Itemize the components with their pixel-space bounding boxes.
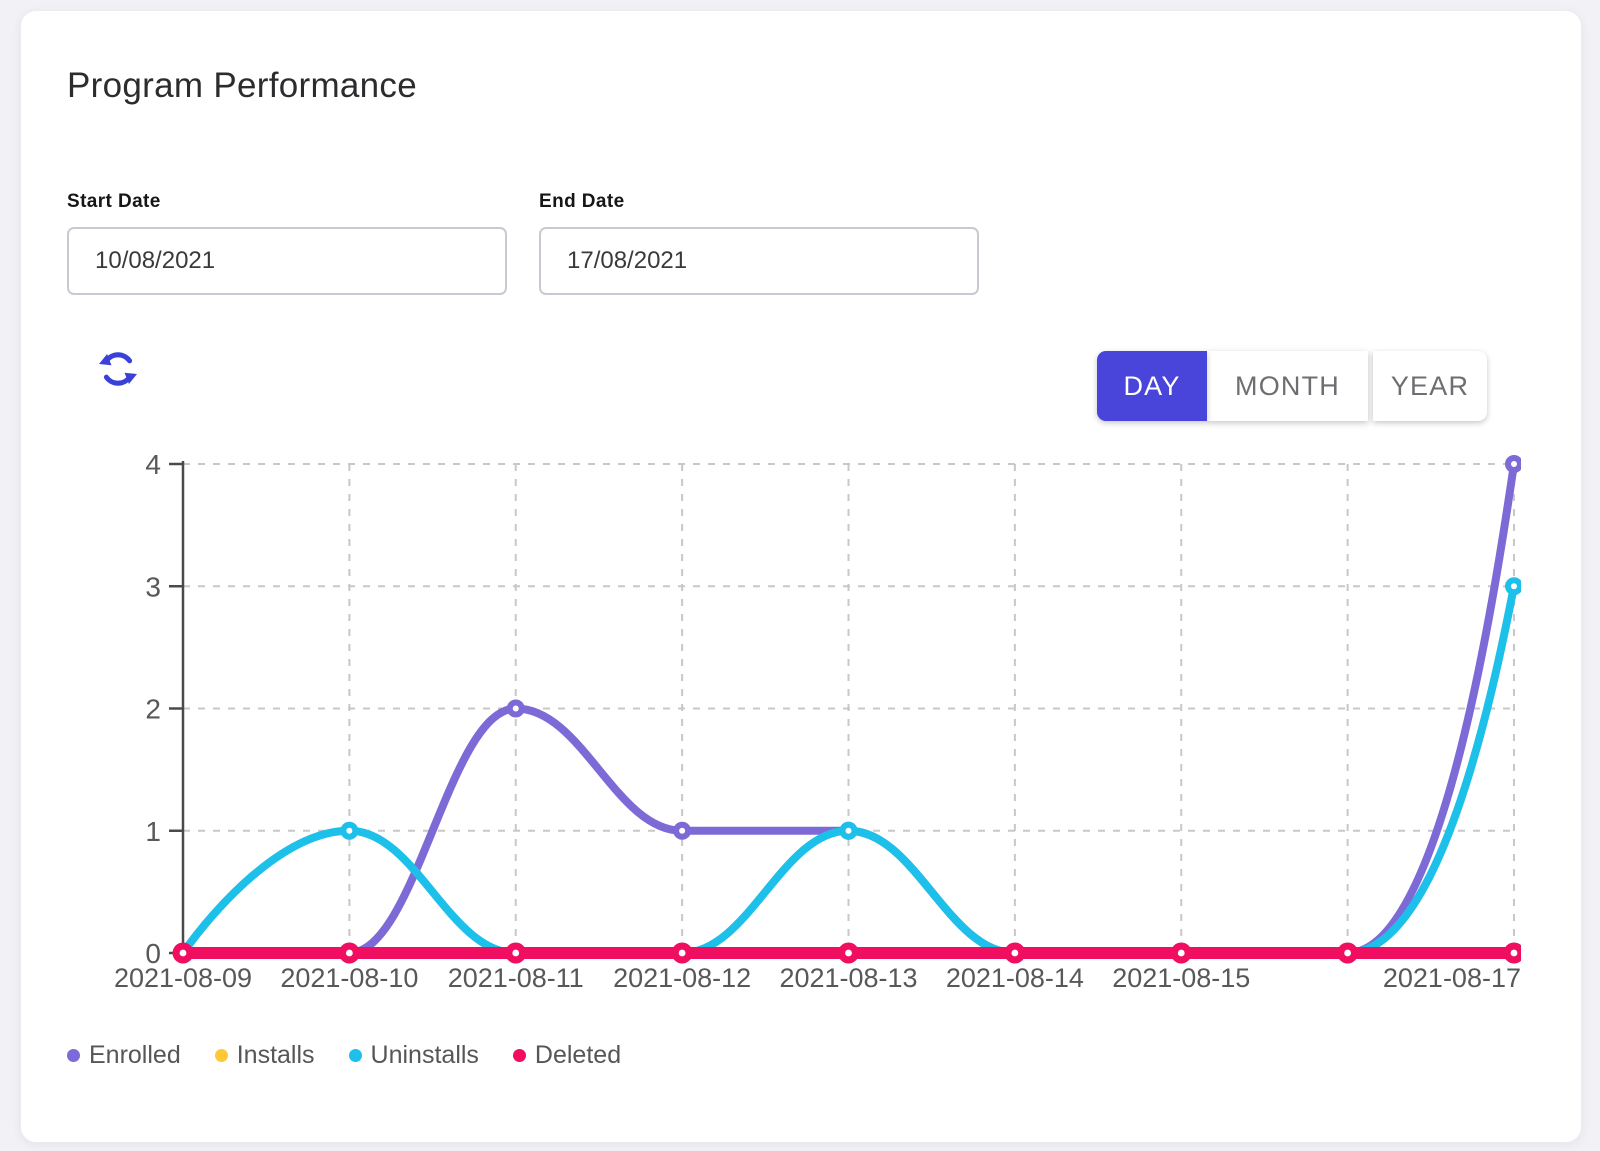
legend-dot	[513, 1049, 526, 1062]
svg-text:4: 4	[145, 449, 161, 480]
svg-text:2021-08-15: 2021-08-15	[1112, 963, 1250, 993]
chart-legend: Enrolled Installs Uninstalls Deleted	[67, 1041, 621, 1070]
end-date-input[interactable]	[539, 227, 979, 295]
tab-day[interactable]: DAY	[1097, 351, 1207, 421]
start-date-input[interactable]	[67, 227, 507, 295]
end-date-field: End Date	[539, 191, 979, 295]
legend-label: Enrolled	[89, 1041, 181, 1070]
svg-text:2021-08-14: 2021-08-14	[946, 963, 1084, 993]
refresh-button[interactable]	[93, 345, 143, 395]
refresh-icon	[94, 345, 142, 393]
performance-chart: 0 1 2 3 4 2021-08-09 2021-08-10 2021-08-11 2021-…	[21, 11, 1581, 1142]
tab-year[interactable]: YEAR	[1373, 351, 1487, 421]
svg-text:2: 2	[145, 694, 161, 725]
legend-label: Installs	[237, 1041, 315, 1070]
svg-text:2021-08-12: 2021-08-12	[613, 963, 751, 993]
start-date-field: Start Date	[67, 191, 507, 295]
legend-label: Deleted	[535, 1041, 621, 1070]
program-performance-card: Program Performance Start Date End Date …	[20, 10, 1582, 1143]
page-title: Program Performance	[67, 66, 417, 106]
svg-text:1: 1	[145, 816, 161, 847]
legend-label: Uninstalls	[371, 1041, 479, 1070]
svg-text:0: 0	[145, 938, 161, 969]
legend-dot	[67, 1049, 80, 1062]
legend-item-uninstalls[interactable]: Uninstalls	[349, 1041, 479, 1070]
end-date-label: End Date	[539, 191, 979, 213]
legend-item-deleted[interactable]: Deleted	[513, 1041, 621, 1070]
start-date-label: Start Date	[67, 191, 507, 213]
legend-dot	[349, 1049, 362, 1062]
svg-text:2021-08-13: 2021-08-13	[779, 963, 917, 993]
legend-item-installs[interactable]: Installs	[215, 1041, 315, 1070]
svg-text:2021-08-11: 2021-08-11	[448, 963, 584, 993]
svg-text:2021-08-09: 2021-08-09	[114, 963, 252, 993]
granularity-toggle: DAY MONTH YEAR	[1097, 351, 1487, 421]
svg-text:2021-08-17: 2021-08-17	[1383, 963, 1521, 993]
legend-item-enrolled[interactable]: Enrolled	[67, 1041, 181, 1070]
legend-dot	[215, 1049, 228, 1062]
svg-text:3: 3	[145, 571, 161, 602]
tab-month[interactable]: MONTH	[1207, 351, 1368, 421]
svg-text:2021-08-10: 2021-08-10	[280, 963, 418, 993]
